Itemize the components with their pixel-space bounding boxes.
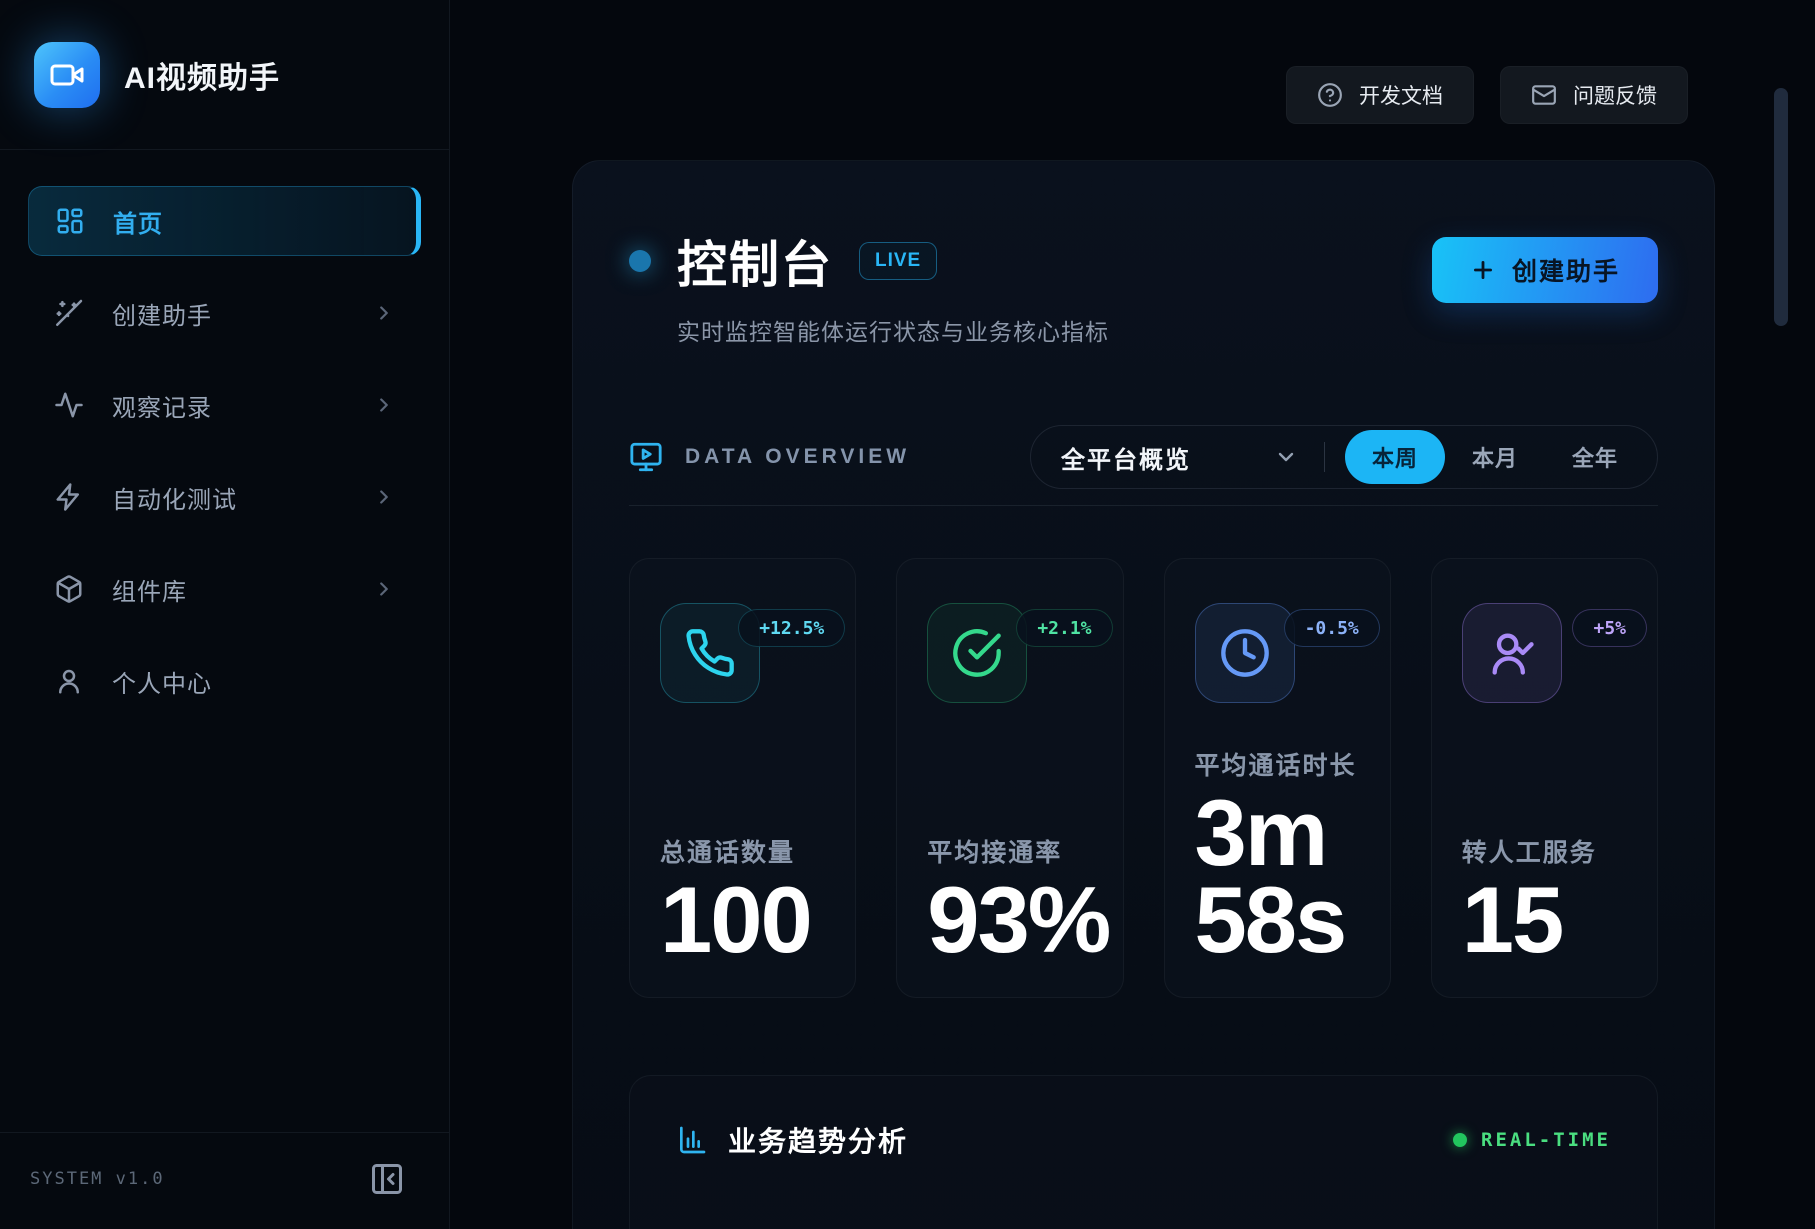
sidebar-collapse-button[interactable] [369, 1159, 409, 1199]
dev-docs-button[interactable]: 开发文档 [1286, 66, 1474, 124]
sidebar-footer: SYSTEM v1.0 [0, 1132, 449, 1229]
chevron-right-icon [373, 394, 395, 416]
main-content: 开发文档 问题反馈 控制台 LIVE 实时监控智能体运行状态与业务核心指标 [450, 0, 1815, 1229]
dev-docs-label: 开发文档 [1359, 80, 1443, 110]
video-camera-icon [49, 57, 85, 93]
delta-badge: +5% [1572, 609, 1647, 647]
feedback-button[interactable]: 问题反馈 [1500, 66, 1688, 124]
console-panel: 控制台 LIVE 实时监控智能体运行状态与业务核心指标 创建助手 [572, 160, 1715, 1229]
section-divider [629, 505, 1658, 506]
zap-icon [54, 482, 84, 512]
sidebar-item-label: 自动化测试 [112, 480, 345, 515]
sidebar-item-label: 组件库 [112, 572, 345, 607]
clock-icon [1195, 603, 1295, 703]
panel-collapse-icon [369, 1161, 409, 1197]
stat-card-human-transfer: +5% 转人工服务 15 [1431, 558, 1658, 998]
topbar: 开发文档 问题反馈 [450, 0, 1815, 124]
delta-badge: +12.5% [738, 609, 845, 647]
feedback-label: 问题反馈 [1573, 80, 1657, 110]
sidebar-item-home[interactable]: 首页 [28, 186, 421, 256]
stat-value: 3m58s [1195, 790, 1357, 963]
stats-row: +12.5% 总通话数量 100 +2.1% 平均接通率 93% [629, 558, 1658, 998]
page-title: 控制台 [677, 225, 833, 297]
stat-card-total-calls: +12.5% 总通话数量 100 [629, 558, 856, 998]
sidebar-item-create-assistant[interactable]: 创建助手 [28, 278, 421, 348]
stat-value: 100 [660, 877, 811, 963]
plus-icon [1470, 257, 1496, 283]
trend-analysis-panel: 业务趋势分析 REAL-TIME [629, 1075, 1658, 1229]
mail-icon [1531, 82, 1557, 108]
stat-label: 总通话数量 [660, 833, 811, 869]
sidebar-item-label: 创建助手 [112, 296, 345, 331]
stat-card-answer-rate: +2.1% 平均接通率 93% [896, 558, 1123, 998]
sidebar-item-label: 个人中心 [112, 664, 395, 699]
stat-label: 平均通话时长 [1195, 746, 1357, 782]
platform-select[interactable]: 全平台概览 [1061, 440, 1324, 475]
sidebar-item-label: 首页 [113, 204, 390, 239]
platform-select-value: 全平台概览 [1061, 440, 1191, 475]
sidebar: AI视频助手 首页 创建助手 [0, 0, 450, 1229]
realtime-badge: REAL-TIME [1481, 1129, 1611, 1151]
data-overview-row: DATA OVERVIEW 全平台概览 本周 本月 全年 [629, 425, 1658, 489]
dashboard-icon [55, 206, 85, 236]
tab-full-year[interactable]: 全年 [1545, 430, 1645, 484]
status-dot [629, 250, 651, 272]
check-circle-icon [927, 603, 1027, 703]
stat-label: 平均接通率 [927, 833, 1109, 869]
chevron-right-icon [373, 486, 395, 508]
tab-this-month[interactable]: 本月 [1445, 430, 1545, 484]
activity-icon [54, 390, 84, 420]
vertical-divider [1324, 442, 1325, 472]
delta-badge: -0.5% [1284, 609, 1380, 647]
sidebar-item-label: 观察记录 [112, 388, 345, 423]
monitor-play-icon [629, 440, 663, 474]
live-badge: LIVE [859, 242, 937, 280]
create-assistant-label: 创建助手 [1512, 252, 1620, 288]
realtime-dot [1453, 1133, 1467, 1147]
stat-value: 93% [927, 877, 1109, 963]
sidebar-nav: 首页 创建助手 观察记录 [0, 150, 449, 716]
app-logo [34, 42, 100, 108]
box-icon [54, 574, 84, 604]
console-header: 控制台 LIVE 实时监控智能体运行状态与业务核心指标 创建助手 [629, 225, 1658, 347]
chevron-down-icon [1274, 445, 1298, 469]
sidebar-item-component-library[interactable]: 组件库 [28, 554, 421, 624]
overview-filter-control: 全平台概览 本周 本月 全年 [1030, 425, 1658, 489]
delta-badge: +2.1% [1016, 609, 1112, 647]
scrollbar-thumb[interactable] [1774, 88, 1788, 326]
app-root: AI视频助手 首页 创建助手 [0, 0, 1815, 1229]
sidebar-item-observation-records[interactable]: 观察记录 [28, 370, 421, 440]
system-version: SYSTEM v1.0 [30, 1169, 165, 1189]
create-assistant-button[interactable]: 创建助手 [1432, 237, 1658, 303]
section-label: DATA OVERVIEW [685, 445, 910, 469]
wand-icon [54, 298, 84, 328]
user-check-icon [1462, 603, 1562, 703]
sidebar-item-automation-testing[interactable]: 自动化测试 [28, 462, 421, 532]
trend-title: 业务趋势分析 [728, 1120, 908, 1160]
chevron-right-icon [373, 578, 395, 600]
bar-chart-icon [676, 1124, 708, 1156]
stat-label: 转人工服务 [1462, 833, 1597, 869]
user-icon [54, 666, 84, 696]
page-subtitle: 实时监控智能体运行状态与业务核心指标 [677, 313, 1109, 347]
sidebar-item-personal-center[interactable]: 个人中心 [28, 646, 421, 716]
app-title: AI视频助手 [124, 53, 280, 97]
chevron-right-icon [373, 302, 395, 324]
stat-value: 15 [1462, 877, 1597, 963]
sidebar-header: AI视频助手 [0, 0, 449, 150]
stat-card-avg-call-duration: -0.5% 平均通话时长 3m58s [1164, 558, 1391, 998]
tab-this-week[interactable]: 本周 [1345, 430, 1445, 484]
help-circle-icon [1317, 82, 1343, 108]
